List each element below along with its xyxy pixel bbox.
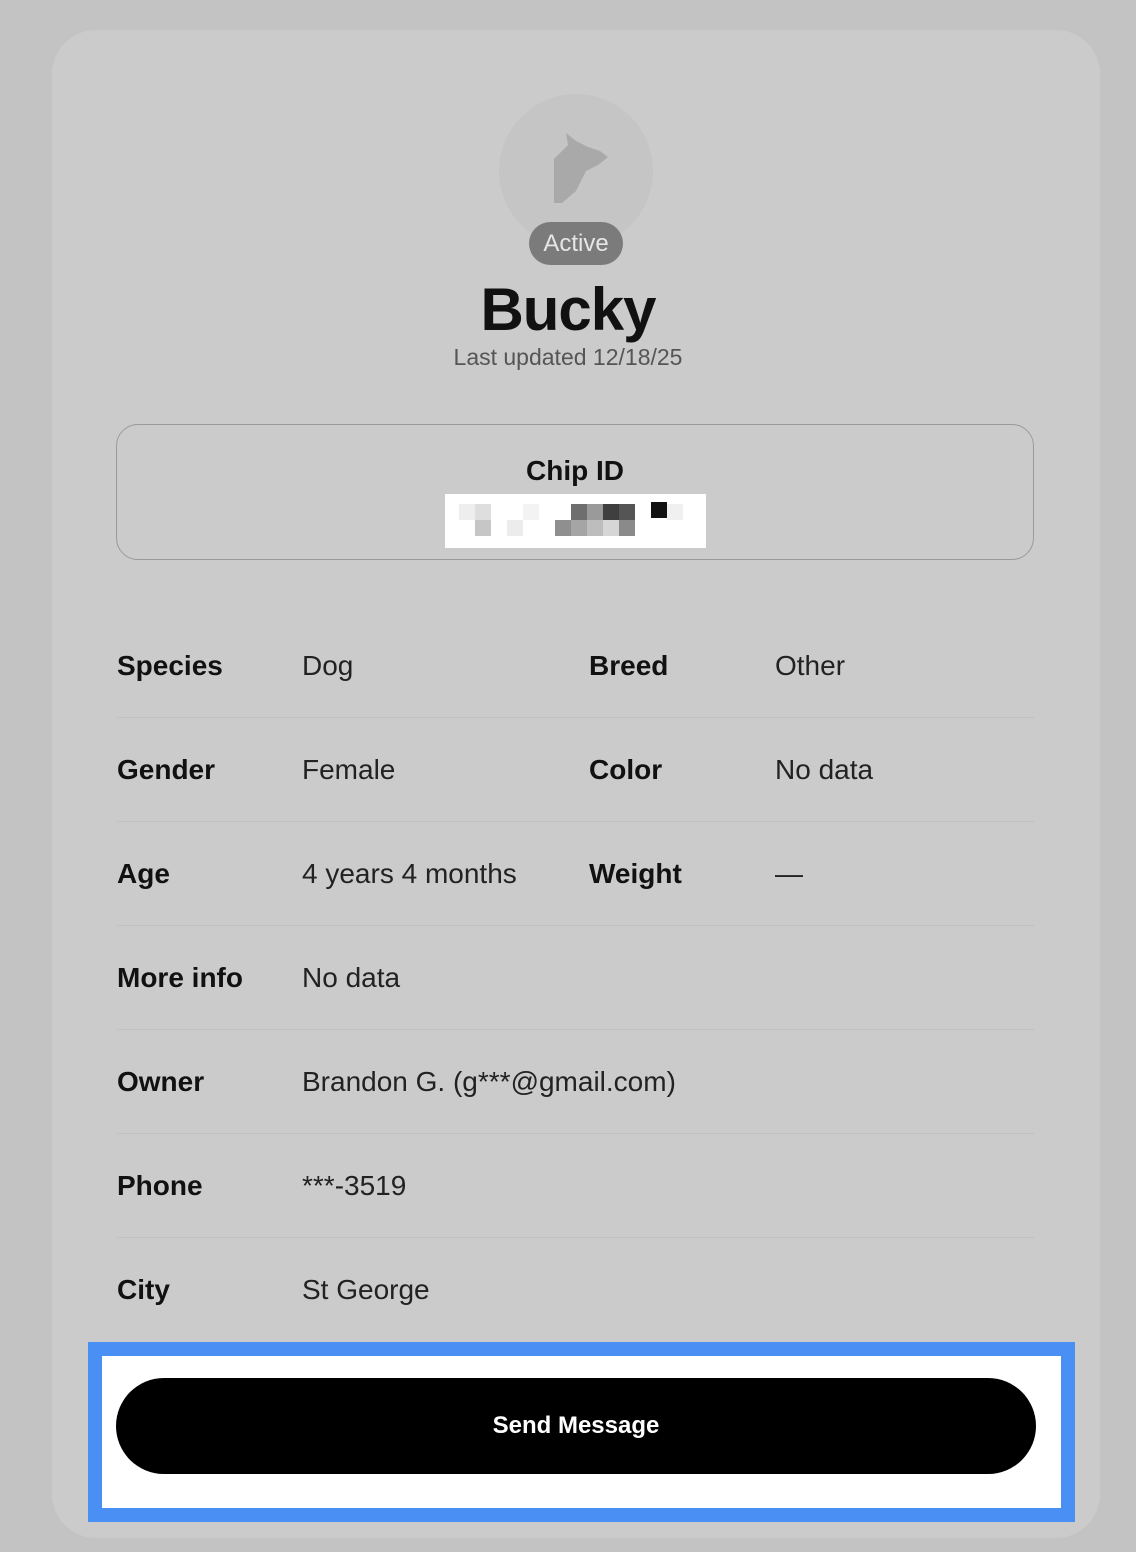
detail-row-city: City St George	[117, 1238, 1034, 1342]
chip-id-box: Chip ID	[116, 424, 1034, 560]
color-label: Color	[589, 753, 663, 785]
dog-icon	[554, 133, 608, 203]
status-badge: Active	[529, 222, 623, 265]
phone-value: ***-3519	[302, 1169, 407, 1201]
detail-row-phone: Phone ***-3519	[117, 1134, 1034, 1238]
species-value: Dog	[302, 649, 354, 681]
gender-value: Female	[302, 753, 396, 785]
weight-value: —	[775, 857, 803, 889]
more-info-label: More info	[117, 961, 243, 993]
detail-row-more-info: More info No data	[117, 926, 1034, 1030]
send-message-button[interactable]: Send Message	[116, 1378, 1036, 1474]
detail-row-species-breed: Species Dog Breed Other	[117, 614, 1034, 718]
weight-label: Weight	[589, 857, 682, 889]
last-updated: Last updated 12/18/25	[453, 344, 683, 370]
owner-label: Owner	[117, 1065, 205, 1097]
chip-id-value-redacted	[445, 494, 706, 548]
detail-row-gender-color: Gender Female Color No data	[117, 718, 1034, 822]
pet-name: Bucky	[480, 276, 656, 343]
breed-label: Breed	[589, 649, 669, 681]
gender-label: Gender	[117, 753, 216, 785]
city-label: City	[117, 1274, 170, 1305]
chip-id-label: Chip ID	[526, 455, 624, 486]
age-label: Age	[117, 857, 170, 889]
breed-value: Other	[775, 649, 846, 681]
species-label: Species	[117, 649, 223, 681]
more-info-value: No data	[302, 961, 401, 993]
age-value: 4 years 4 months	[302, 857, 517, 889]
city-value: St George	[302, 1274, 430, 1305]
phone-label: Phone	[117, 1169, 203, 1201]
owner-value: Brandon G. (g***@gmail.com)	[302, 1065, 676, 1097]
color-value: No data	[775, 753, 874, 785]
detail-row-owner: Owner Brandon G. (g***@gmail.com)	[117, 1030, 1034, 1134]
detail-row-age-weight: Age 4 years 4 months Weight —	[117, 822, 1034, 926]
